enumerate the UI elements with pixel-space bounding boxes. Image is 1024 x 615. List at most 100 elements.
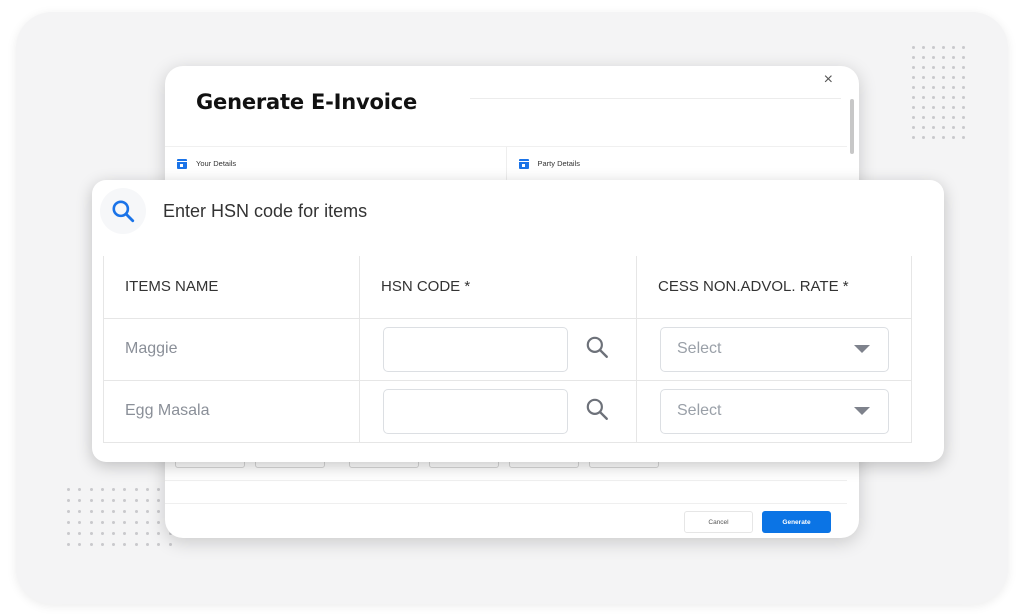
hsn-items-table: ITEMS NAME HSN CODE * CESS NON.ADVOL. RA… <box>103 256 912 443</box>
decorative-dot-grid <box>908 42 968 142</box>
decorative-dot <box>86 528 97 539</box>
cancel-button[interactable]: Cancel <box>684 511 753 533</box>
decorative-dot <box>142 539 153 550</box>
decorative-dot <box>63 495 74 506</box>
select-value: Select <box>677 402 722 419</box>
details-section-bar: Your Details Party Details <box>165 146 847 180</box>
decorative-dot <box>74 517 85 528</box>
decorative-dot <box>74 528 85 539</box>
decorative-dot <box>119 484 130 495</box>
decorative-dot <box>97 528 108 539</box>
hsn-code-input[interactable] <box>383 326 568 372</box>
generate-button[interactable]: Generate <box>762 511 831 533</box>
decorative-dot <box>165 539 176 550</box>
decorative-dot <box>74 495 85 506</box>
select-value: Select <box>677 340 722 357</box>
cess-rate-select[interactable]: Select <box>660 326 889 372</box>
decorative-dot <box>958 132 969 143</box>
modal-title: Generate E-Invoice <box>196 90 418 114</box>
decorative-dot <box>74 539 85 550</box>
decorative-dot <box>108 495 119 506</box>
decorative-dot <box>63 539 74 550</box>
decorative-dot <box>97 484 108 495</box>
column-header-hsn-code: HSN CODE * <box>359 256 637 319</box>
table-row: Egg Masala Select <box>103 379 912 443</box>
decorative-dot <box>131 517 142 528</box>
hsn-code-input[interactable] <box>383 388 568 434</box>
decorative-dot <box>86 539 97 550</box>
decorative-dot <box>153 506 164 517</box>
search-icon[interactable] <box>584 396 610 427</box>
decorative-dot <box>63 517 74 528</box>
divider <box>165 503 847 504</box>
decorative-dot <box>74 484 85 495</box>
caret-down-icon <box>854 407 870 415</box>
decorative-dot <box>74 506 85 517</box>
decorative-dot <box>119 517 130 528</box>
decorative-dot <box>97 506 108 517</box>
item-name: Egg Masala <box>103 379 360 443</box>
decorative-dot <box>153 528 164 539</box>
decorative-dot <box>142 506 153 517</box>
decorative-dot <box>153 539 164 550</box>
cess-rate-cell: Select <box>636 379 912 443</box>
section-label: Your Details <box>196 159 237 168</box>
decorative-dot <box>97 539 108 550</box>
decorative-dot <box>153 517 164 528</box>
decorative-dot <box>131 484 142 495</box>
decorative-dot <box>86 517 97 528</box>
caret-down-icon <box>854 345 870 353</box>
decorative-dot <box>153 495 164 506</box>
decorative-dot <box>63 484 74 495</box>
decorative-dot <box>108 517 119 528</box>
cess-rate-select[interactable]: Select <box>660 388 889 434</box>
item-name: Maggie <box>103 317 360 381</box>
decorative-dot <box>131 495 142 506</box>
divider <box>470 98 841 99</box>
table-row: Maggie Select <box>103 317 912 381</box>
decorative-dot <box>108 506 119 517</box>
modal-footer: Cancel Generate <box>684 511 831 533</box>
hsn-code-cell <box>359 379 637 443</box>
decorative-dot <box>86 495 97 506</box>
decorative-dot <box>131 506 142 517</box>
decorative-dot <box>119 539 130 550</box>
stage: Generate E-Invoice × Your Details Party … <box>0 0 1024 615</box>
decorative-dot <box>153 484 164 495</box>
decorative-dot <box>119 528 130 539</box>
document-icon <box>177 158 187 169</box>
hsn-code-card: Enter HSN code for items ITEMS NAME HSN … <box>92 180 944 462</box>
your-details-header: Your Details <box>165 147 506 180</box>
divider <box>165 480 847 481</box>
decorative-dot <box>63 506 74 517</box>
decorative-dot <box>86 506 97 517</box>
hsn-card-header: Enter HSN code for items <box>100 188 367 234</box>
search-icon[interactable] <box>584 334 610 365</box>
decorative-dot <box>142 528 153 539</box>
decorative-dot <box>142 517 153 528</box>
column-header-items-name: ITEMS NAME <box>103 256 360 319</box>
decorative-dot <box>63 528 74 539</box>
decorative-dot <box>108 528 119 539</box>
column-header-cess-rate: CESS NON.ADVOL. RATE * <box>636 256 912 319</box>
decorative-dot <box>108 484 119 495</box>
decorative-dot <box>142 495 153 506</box>
decorative-dot <box>97 517 108 528</box>
decorative-dot <box>131 539 142 550</box>
party-details-header: Party Details <box>505 147 848 180</box>
table-header-row: ITEMS NAME HSN CODE * CESS NON.ADVOL. RA… <box>103 256 912 319</box>
document-icon <box>518 158 529 169</box>
search-icon <box>100 188 146 234</box>
section-label: Party Details <box>537 159 581 168</box>
hsn-code-cell <box>359 317 637 381</box>
decorative-dot <box>142 484 153 495</box>
hsn-card-title: Enter HSN code for items <box>163 200 368 221</box>
decorative-dot <box>86 484 97 495</box>
cess-rate-cell: Select <box>636 317 912 381</box>
scrollbar[interactable] <box>850 99 854 154</box>
decorative-dot <box>97 495 108 506</box>
decorative-dot <box>119 495 130 506</box>
decorative-dot-grid <box>63 484 176 550</box>
close-icon[interactable]: × <box>824 71 833 89</box>
decorative-dot <box>119 506 130 517</box>
